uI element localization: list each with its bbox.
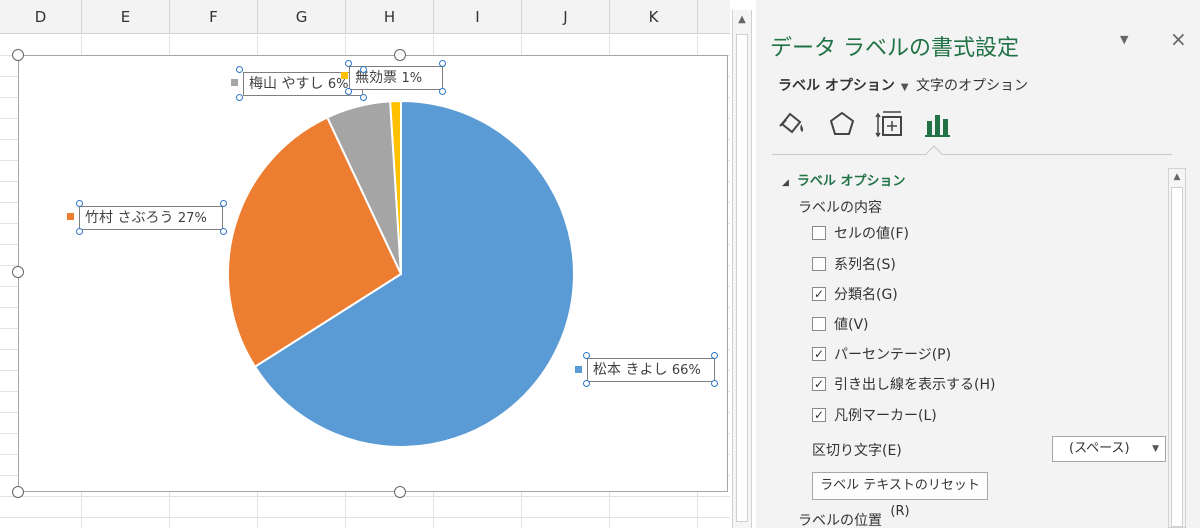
option-cell-value[interactable]: セルの値(F)	[812, 225, 909, 243]
selection-handle[interactable]	[439, 60, 446, 67]
selection-handle[interactable]	[360, 94, 367, 101]
column-header-g[interactable]: G	[258, 0, 346, 34]
fill-line-icon[interactable]	[776, 108, 808, 140]
section-label-options[interactable]: ◢ ラベル オプション	[782, 170, 905, 189]
option-value[interactable]: 値(V)	[812, 316, 869, 334]
scrollbar-thumb[interactable]	[1171, 187, 1183, 527]
spreadsheet-area[interactable]: D E F G H I J K 梅山 やすし 6% 無効票 1% 竹村 さぶろう…	[0, 0, 730, 528]
column-header-k[interactable]: K	[610, 0, 698, 34]
legend-marker-takemura	[67, 213, 74, 220]
option-percentage[interactable]: ✓ パーセンテージ(P)	[812, 346, 951, 364]
pane-title: データ ラベルの書式設定	[770, 36, 1019, 61]
chevron-down-icon: ▼	[900, 82, 909, 93]
pie-chart[interactable]	[19, 56, 729, 493]
selection-handle[interactable]	[236, 94, 243, 101]
chart-resize-handle[interactable]	[12, 266, 24, 278]
option-legend-key[interactable]: ✓ 凡例マーカー(L)	[812, 407, 937, 425]
option-leader-lines[interactable]: ✓ 引き出し線を表示する(H)	[812, 376, 995, 394]
active-category-pointer	[925, 145, 943, 163]
data-label-matsumoto[interactable]: 松本 きよし 66%	[587, 358, 715, 382]
sheet-vertical-scrollbar[interactable]: ▲	[732, 10, 752, 528]
data-label-takemura-pct: 27%	[177, 211, 207, 226]
data-label-matsumoto-pct: 66%	[671, 363, 701, 378]
checkbox-series-name[interactable]	[812, 257, 826, 271]
checkbox-percentage[interactable]: ✓	[812, 347, 826, 361]
selection-handle[interactable]	[583, 380, 590, 387]
tab-label-options-label: ラベル オプション	[778, 78, 895, 94]
chart-resize-handle[interactable]	[394, 486, 406, 498]
checkbox-leader-lines[interactable]: ✓	[812, 377, 826, 391]
collapse-triangle-icon: ◢	[782, 178, 789, 188]
pane-vertical-scrollbar[interactable]: ▲	[1168, 168, 1186, 528]
option-leader-lines-label: 引き出し線を表示する(H)	[834, 377, 996, 393]
data-label-takemura[interactable]: 竹村 さぶろう 27%	[79, 206, 223, 230]
chart-resize-handle[interactable]	[12, 486, 24, 498]
label-contents-heading: ラベルの内容	[798, 200, 882, 216]
checkbox-cell-value[interactable]	[812, 226, 826, 240]
tab-label-options[interactable]: ラベル オプション ▼	[778, 75, 909, 95]
checkbox-legend-key[interactable]: ✓	[812, 408, 826, 422]
chart-resize-handle[interactable]	[394, 49, 406, 61]
tab-text-options[interactable]: 文字のオプション	[916, 75, 1028, 95]
chart-resize-handle[interactable]	[12, 49, 24, 61]
scrollbar-thumb[interactable]	[736, 34, 748, 522]
column-header-e[interactable]: E	[82, 0, 170, 34]
selection-handle[interactable]	[220, 200, 227, 207]
separator-label: 区切り文字(E)	[812, 443, 902, 459]
label-options-bar-chart-icon[interactable]	[922, 108, 954, 140]
selection-handle[interactable]	[76, 200, 83, 207]
option-cell-value-label: セルの値(F)	[834, 226, 909, 242]
data-label-takemura-name: 竹村 さぶろう	[85, 210, 174, 226]
checkbox-value[interactable]	[812, 317, 826, 331]
selection-handle[interactable]	[360, 66, 367, 73]
separator-select[interactable]: (スペース) ▼	[1052, 436, 1166, 462]
option-legend-key-label: 凡例マーカー(L)	[834, 408, 937, 424]
option-category-name[interactable]: ✓ 分類名(G)	[812, 286, 898, 304]
selection-handle[interactable]	[711, 380, 718, 387]
selection-handle[interactable]	[711, 352, 718, 359]
column-header-j[interactable]: J	[522, 0, 610, 34]
column-header-d[interactable]: D	[0, 0, 82, 34]
pie-chart-area[interactable]: 梅山 やすし 6% 無効票 1% 竹村 さぶろう 27% 松本 きよし 66%	[18, 55, 728, 492]
effects-pentagon-icon[interactable]	[826, 108, 858, 140]
selection-handle[interactable]	[439, 88, 446, 95]
data-label-mukouhyou-pct: 1%	[401, 71, 423, 86]
legend-marker-matsumoto	[575, 366, 582, 373]
separator-select-value: (スペース)	[1069, 441, 1130, 456]
option-percentage-label: パーセンテージ(P)	[834, 347, 952, 363]
chevron-down-icon: ▼	[1152, 444, 1159, 454]
legend-marker-mukouhyou	[341, 72, 348, 79]
reset-label-text-button[interactable]: ラベル テキストのリセット(R)	[812, 472, 988, 519]
category-divider	[772, 154, 1172, 155]
legend-marker-umeyama	[231, 79, 238, 86]
selection-handle[interactable]	[345, 88, 352, 95]
pane-close-icon[interactable]: ×	[1170, 27, 1187, 51]
selection-handle[interactable]	[76, 228, 83, 235]
selection-handle[interactable]	[220, 228, 227, 235]
scroll-up-arrow-icon[interactable]: ▲	[1171, 170, 1183, 184]
label-position-heading: ラベルの位置	[798, 513, 882, 528]
pane-options-dropdown-icon[interactable]: ▼	[1120, 33, 1128, 46]
checkbox-category-name[interactable]: ✓	[812, 287, 826, 301]
scroll-up-arrow-icon[interactable]: ▲	[735, 12, 749, 28]
option-series-name[interactable]: 系列名(S)	[812, 256, 896, 274]
data-label-umeyama-name: 梅山 やすし	[249, 76, 324, 92]
selection-handle[interactable]	[345, 60, 352, 67]
data-label-matsumoto-name: 松本 きよし	[593, 362, 668, 378]
option-value-label: 値(V)	[834, 317, 869, 333]
selection-handle[interactable]	[583, 352, 590, 359]
size-properties-icon[interactable]	[874, 108, 906, 140]
column-header-row: D E F G H I J K	[0, 0, 730, 34]
column-header-h[interactable]: H	[346, 0, 434, 34]
column-header-i[interactable]: I	[434, 0, 522, 34]
option-category-name-label: 分類名(G)	[834, 287, 898, 303]
column-header-f[interactable]: F	[170, 0, 258, 34]
selection-handle[interactable]	[236, 66, 243, 73]
format-data-labels-pane: データ ラベルの書式設定 ▼ × ラベル オプション ▼ 文字のオプション ◢ ラベ…	[756, 0, 1200, 528]
option-series-name-label: 系列名(S)	[834, 257, 896, 273]
section-label-options-title: ラベル オプション	[796, 174, 906, 189]
